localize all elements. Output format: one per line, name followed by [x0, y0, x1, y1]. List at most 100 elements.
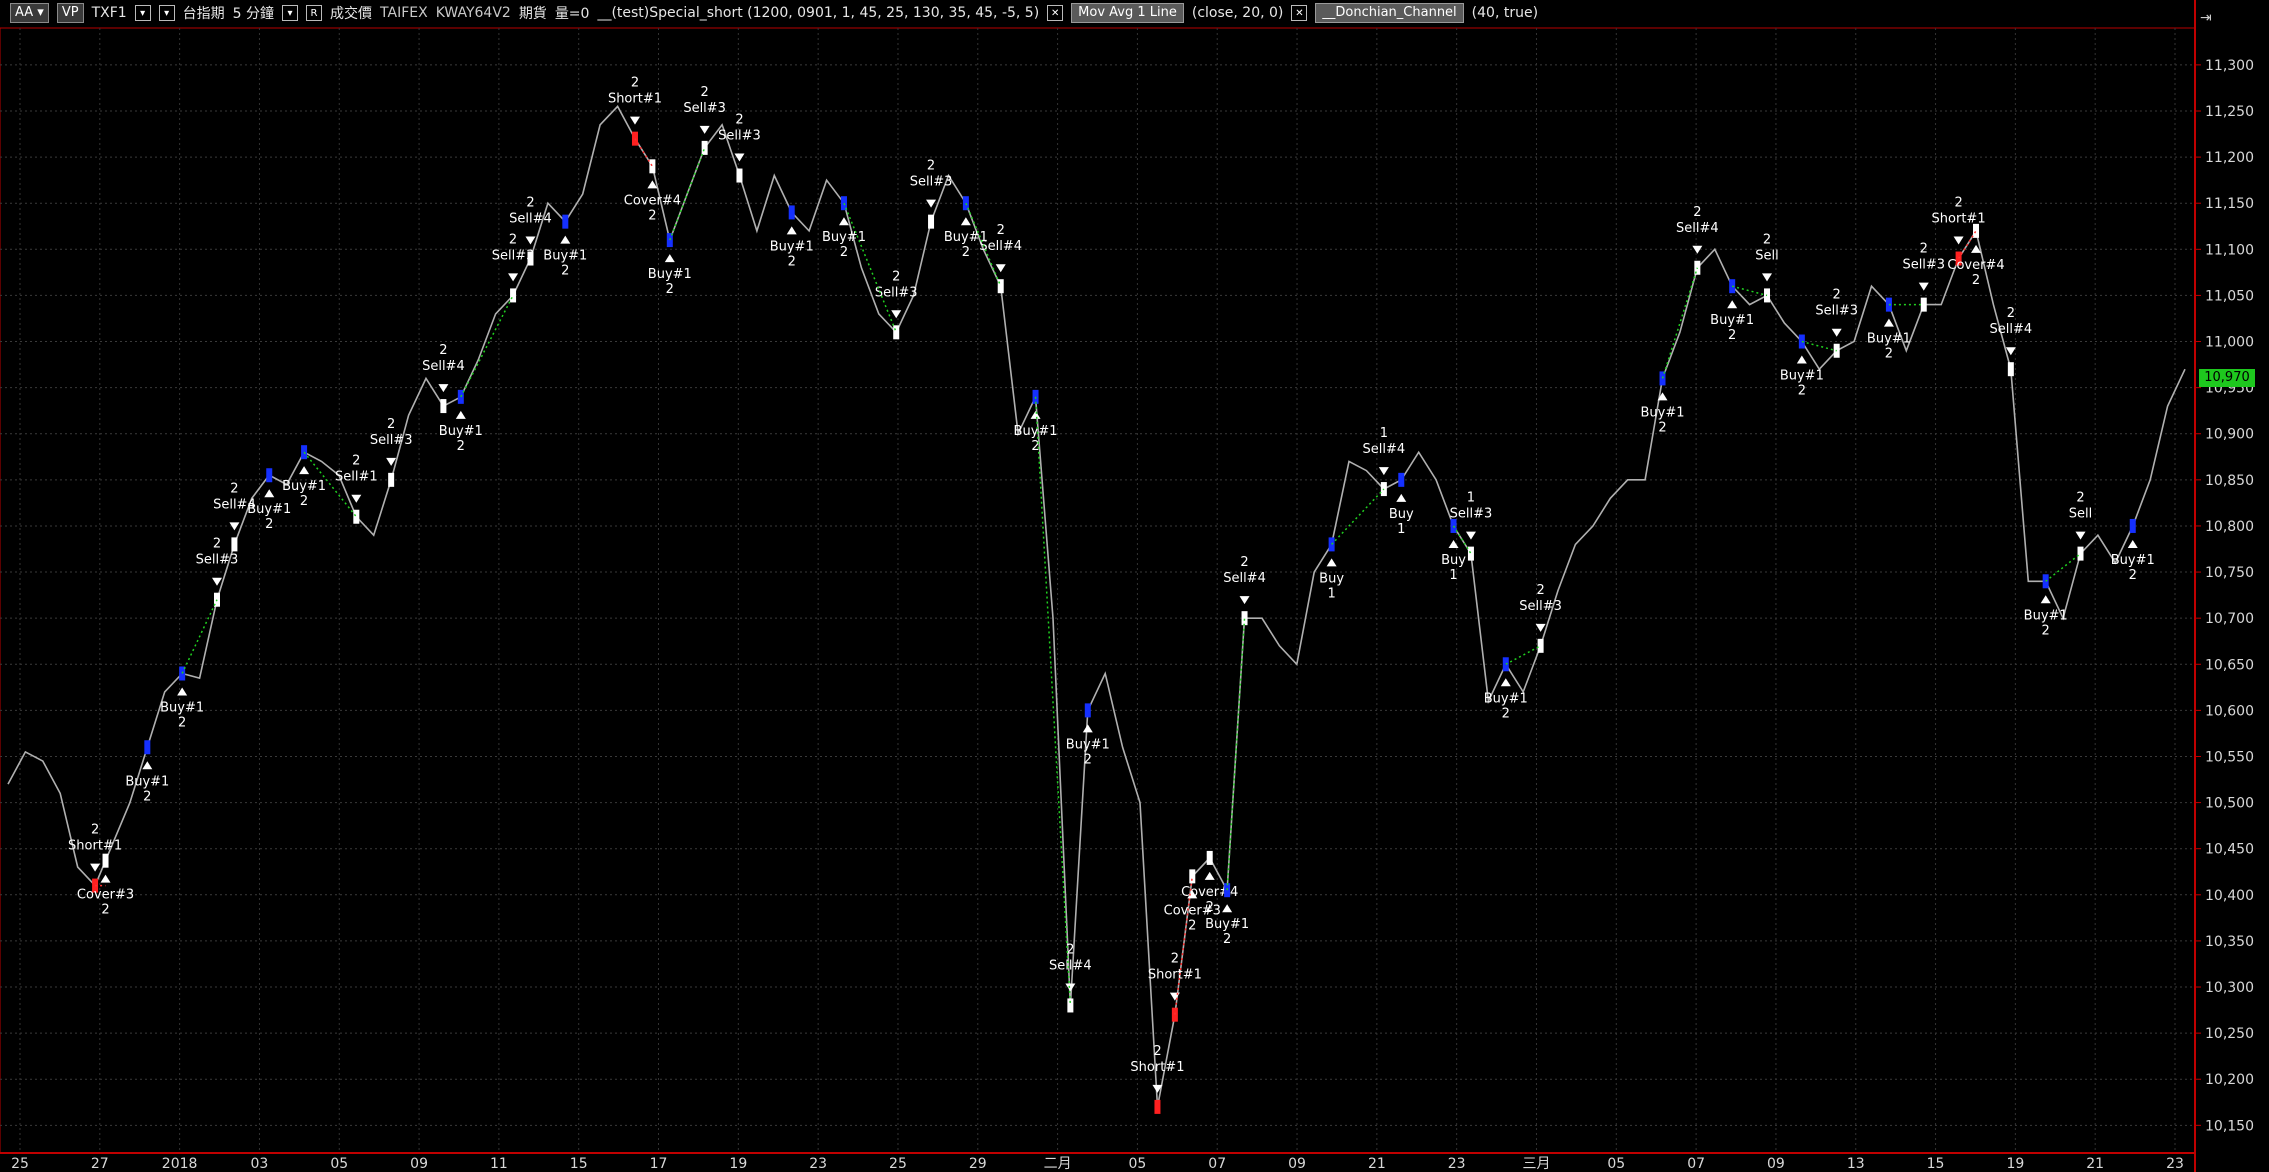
signal-arrow-down-icon [508, 273, 519, 282]
expand-icon[interactable]: ⇥ [2200, 10, 2212, 26]
price-chart[interactable]: 11,300 11,250 11,200 11,150 11,100 11,050 11,0… [0, 0, 2269, 1172]
signal-qty: 2 [265, 517, 273, 532]
signal-qty: 2 [300, 494, 308, 509]
x-tick-label: 19 [729, 1156, 747, 1172]
signal-label: Buy#1 [1205, 917, 1249, 932]
x-tick-label: 2018 [162, 1156, 198, 1172]
signal-qty: 2 [1658, 420, 1666, 435]
signal-arrow-down-icon [891, 310, 902, 319]
signal-qty: 2 [230, 481, 238, 496]
signal-arrow-down-icon [90, 863, 101, 872]
signal-label: Buy#1 [1710, 313, 1754, 328]
signal-marker [510, 288, 517, 303]
x-tick-label: 15 [1927, 1156, 1945, 1172]
signal-label: Buy#1 [282, 479, 326, 494]
y-tick-label: 10,300 [2205, 980, 2254, 996]
signal-label: Sell#4 [509, 212, 552, 227]
signal-qty: 2 [1536, 583, 1544, 598]
signal-qty: 2 [1188, 918, 1196, 933]
signal-label: Short#1 [608, 92, 662, 107]
signal-qty: 2 [788, 254, 796, 269]
signal-label: Buy#1 [1641, 405, 1685, 420]
y-tick-label: 10,450 [2205, 842, 2254, 858]
signal-marker [1154, 1099, 1161, 1114]
signal-label: Cover#4 [624, 193, 681, 208]
signal-label: Buy#1 [1014, 424, 1058, 439]
signal-arrow-up-icon [299, 466, 310, 475]
signal-label: Sell#3 [1902, 258, 1945, 273]
signal-label: Sell#4 [1676, 221, 1719, 236]
signal-arrow-down-icon [1465, 531, 1476, 540]
signal-arrow-down-icon [629, 116, 640, 125]
signal-label: Sell#3 [196, 553, 239, 568]
signal-qty: 2 [91, 823, 99, 838]
signal-label: Sell#3 [718, 129, 761, 144]
signal-label: Sell#3 [1519, 599, 1562, 614]
signal-label: Buy#1 [1484, 691, 1528, 706]
signal-qty: 2 [1066, 942, 1074, 957]
signal-label: Sell#3 [1450, 507, 1493, 522]
y-tick-label: 10,850 [2205, 473, 2254, 489]
x-tick-label: 23 [1448, 1156, 1466, 1172]
signal-qty: 1 [1397, 522, 1405, 537]
signal-label: Buy#1 [1867, 332, 1911, 347]
signal-arrow-up-icon [1030, 410, 1041, 419]
signal-qty: 2 [387, 417, 395, 432]
signal-label: Buy#1 [2111, 553, 2155, 568]
signal-qty: 2 [840, 245, 848, 260]
signal-label: Sell#4 [979, 239, 1022, 254]
x-tick-label: 19 [2006, 1156, 2024, 1172]
signal-label: Sell#3 [683, 101, 726, 116]
signal-marker [736, 168, 743, 183]
x-tick-label: 05 [1607, 1156, 1625, 1172]
signal-label: Buy#1 [2024, 608, 2068, 623]
signal-label: Buy#1 [1066, 737, 1110, 752]
signal-arrow-up-icon [1727, 300, 1738, 309]
signal-marker [231, 537, 238, 552]
last-price-tag: 10,970 [2199, 369, 2255, 387]
signal-arrow-up-icon [1222, 904, 1233, 913]
y-tick-label: 10,800 [2205, 519, 2254, 535]
signal-marker [1398, 472, 1405, 487]
y-tick-label: 10,700 [2205, 611, 2254, 627]
signal-label: Sell#4 [1049, 958, 1092, 973]
signal-label: Sell#4 [1223, 571, 1266, 586]
signal-qty: 2 [457, 439, 465, 454]
signal-label: Buy#1 [125, 774, 169, 789]
signal-qty: 2 [2007, 306, 2015, 321]
x-tick-label: 09 [1767, 1156, 1785, 1172]
signal-qty: 2 [178, 715, 186, 730]
signal-arrow-up-icon [1500, 678, 1511, 687]
signal-qty: 2 [526, 196, 534, 211]
signal-qty: 2 [1084, 752, 1092, 767]
signal-label: Buy [1319, 571, 1344, 586]
signal-qty: 2 [509, 232, 517, 247]
signal-label: Sell#4 [1990, 322, 2033, 337]
signal-marker [1206, 850, 1213, 865]
signal-arrow-up-icon [2127, 539, 2138, 548]
signal-marker [144, 740, 151, 755]
x-tick-label: 17 [650, 1156, 668, 1172]
x-tick-label: 05 [330, 1156, 348, 1172]
signal-qty: 2 [1153, 1044, 1161, 1059]
y-tick-label: 10,650 [2205, 657, 2254, 673]
x-tick-label: 27 [91, 1156, 109, 1172]
y-tick-label: 11,000 [2205, 335, 2254, 351]
signal-qty: 2 [648, 208, 656, 223]
signal-qty: 2 [997, 223, 1005, 238]
signal-arrow-up-icon [264, 489, 275, 498]
signal-qty: 2 [962, 245, 970, 260]
signal-qty: 1 [1327, 586, 1335, 601]
y-tick-label: 10,150 [2205, 1118, 2254, 1134]
signal-qty: 2 [439, 343, 447, 358]
signal-marker [788, 205, 795, 220]
signal-marker [2129, 518, 2136, 533]
signal-qty: 2 [1502, 706, 1510, 721]
y-tick-label: 10,750 [2205, 565, 2254, 581]
signal-qty: 2 [2076, 491, 2084, 506]
signal-label: Sell [1755, 248, 1778, 263]
x-tick-label: 21 [1368, 1156, 1386, 1172]
signal-qty: 2 [700, 85, 708, 100]
signal-label: Buy#1 [648, 267, 692, 282]
y-tick-label: 10,550 [2205, 749, 2254, 765]
